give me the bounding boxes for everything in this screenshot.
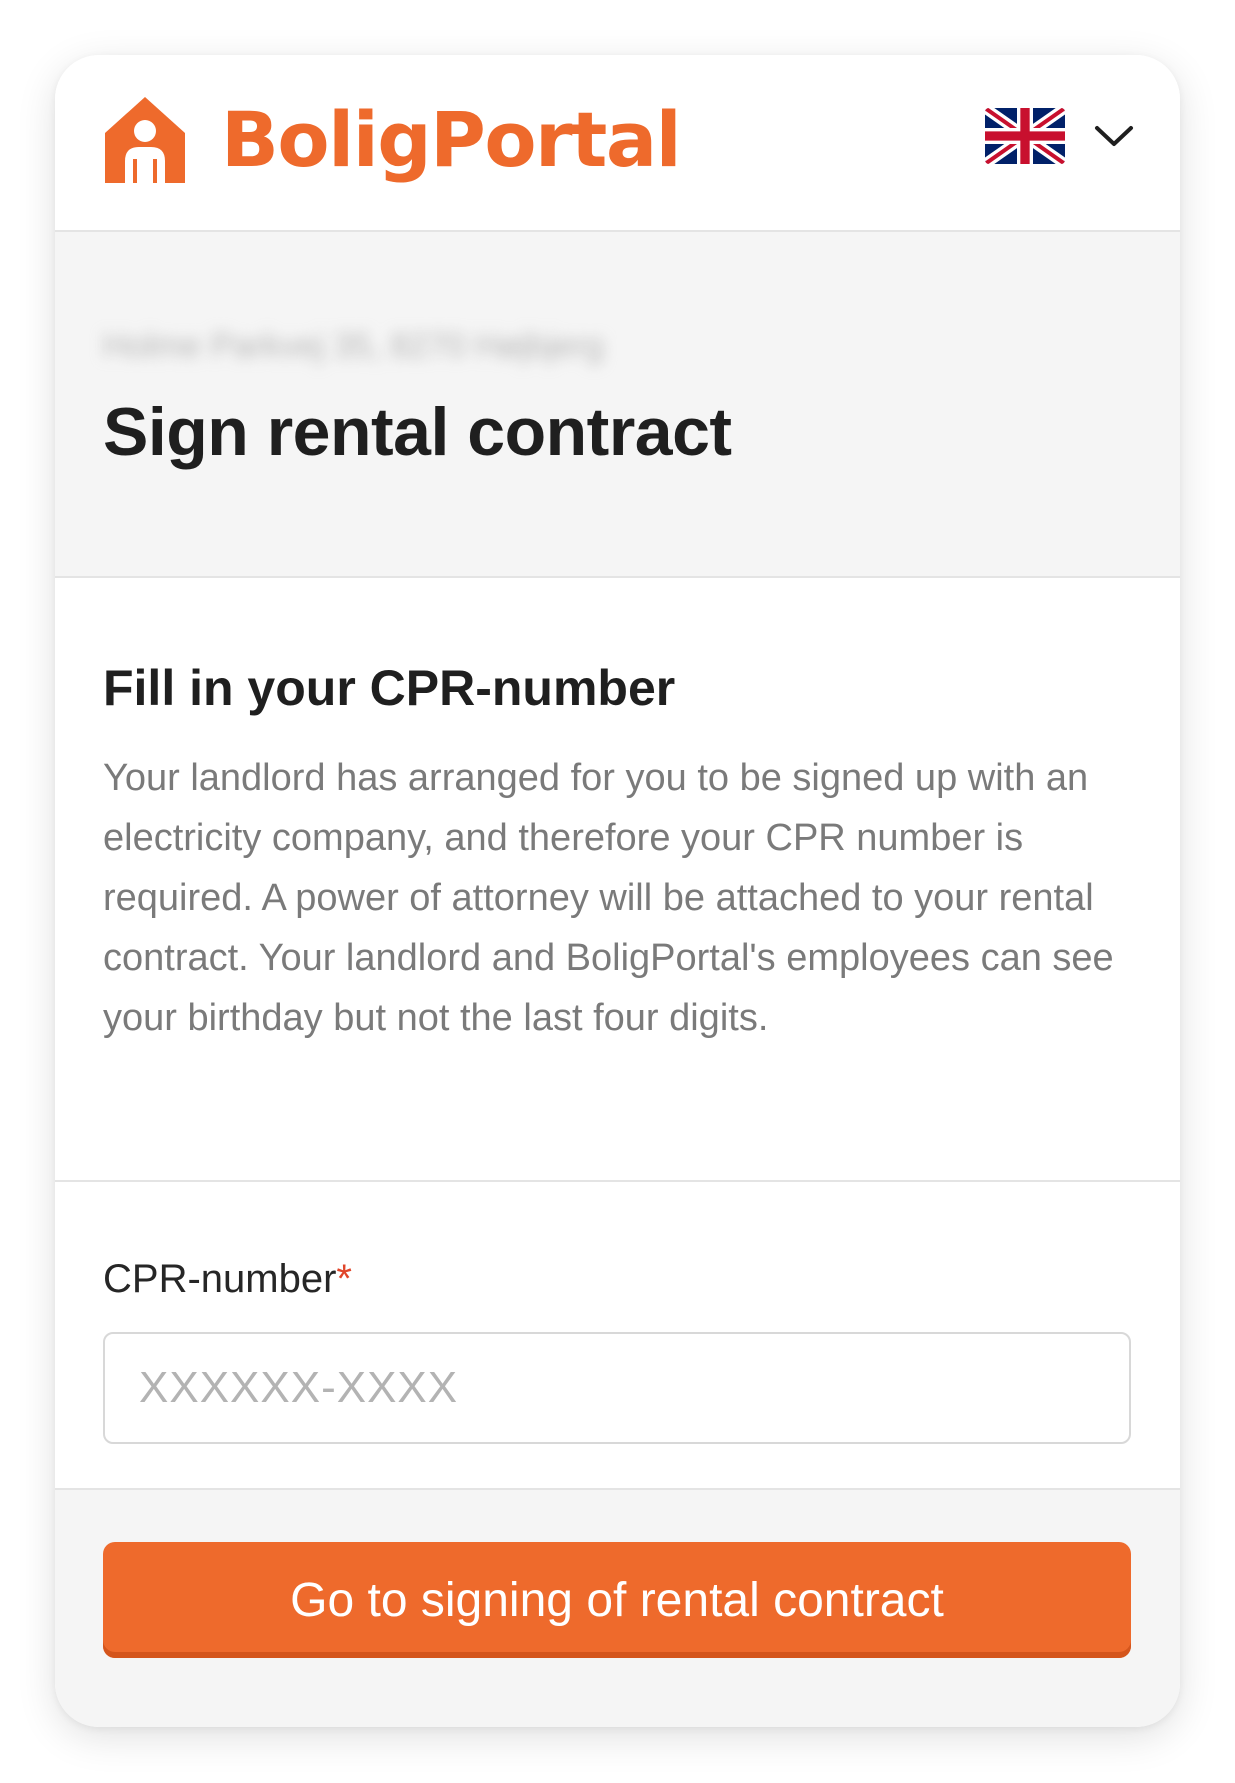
cpr-input[interactable]	[103, 1332, 1131, 1444]
action-footer: Go to signing of rental contract	[55, 1490, 1180, 1727]
hero-section: Holme Parkvej 35, 8270 Højbjerg Sign ren…	[55, 232, 1180, 578]
section-heading: Fill in your CPR-number	[103, 660, 676, 716]
brand-name: BoligPortal	[221, 95, 682, 184]
uk-flag-icon	[985, 108, 1065, 164]
app-header: BoligPortal	[55, 55, 1180, 232]
cpr-info-section: Fill in your CPR-number Your landlord ha…	[55, 578, 1180, 1182]
house-person-icon	[105, 97, 185, 183]
go-to-signing-button[interactable]: Go to signing of rental contract	[103, 1542, 1131, 1658]
cpr-label: CPR-number*	[103, 1257, 352, 1302]
language-selector[interactable]	[985, 103, 1135, 169]
property-address: Holme Parkvej 35, 8270 Højbjerg	[103, 327, 604, 365]
cpr-explanation: Your landlord has arranged for you to be…	[103, 757, 1114, 1039]
cpr-label-text: CPR-number	[103, 1257, 337, 1301]
brand-logo[interactable]: BoligPortal	[103, 85, 682, 195]
page-title: Sign rental contract	[103, 394, 732, 470]
chevron-down-icon[interactable]	[1093, 121, 1135, 151]
signing-card: BoligPortal Holme Parkvej 35, 8270 Højbj…	[55, 55, 1180, 1727]
cpr-form: CPR-number*	[55, 1182, 1180, 1490]
required-marker: *	[336, 1257, 352, 1301]
